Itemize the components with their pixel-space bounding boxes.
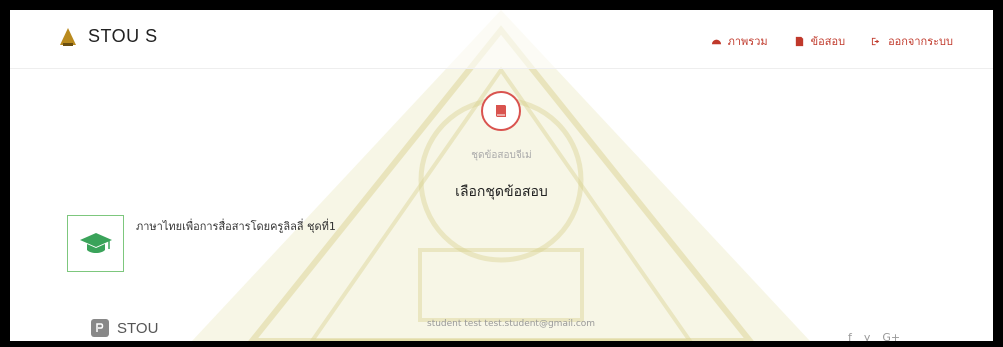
footer-logo-text: STOU: [117, 319, 159, 337]
nav-item-logout[interactable]: ออกจากระบบ: [871, 32, 953, 50]
social-links: f y G+: [848, 331, 900, 341]
brand[interactable]: STOU S: [58, 26, 158, 47]
nav-item-label: ออกจากระบบ: [888, 35, 953, 48]
file-icon: [795, 36, 803, 46]
twitter-icon[interactable]: y: [864, 331, 871, 341]
footer-logo: STOU: [91, 319, 158, 337]
nav-menu: ภาพรวม ข้อสอบ ออกจากระบบ: [711, 32, 953, 50]
stou-emblem-icon: [60, 27, 76, 46]
nav-item-label: ภาพรวม: [727, 35, 768, 48]
top-navbar: STOU S ภาพรวม ข้อสอบ ออกจากระบบ: [10, 10, 993, 69]
google-plus-icon[interactable]: G+: [882, 331, 900, 341]
page-frame: STOU S ภาพรวม ข้อสอบ ออกจากระบบ ชุดข้อสอ…: [10, 10, 993, 341]
hero-caption: ชุดข้อสอบจีเม่: [471, 150, 532, 161]
book-icon: [496, 105, 506, 117]
graduation-cap-icon: [79, 232, 112, 253]
facebook-icon[interactable]: f: [848, 331, 852, 341]
nav-item-overview[interactable]: ภาพรวม: [711, 32, 768, 50]
footer-logo-icon: [91, 319, 109, 337]
sign-out-icon: [871, 37, 880, 45]
page-title: เลือกชุดข้อสอบ: [455, 184, 548, 200]
brand-name: STOU S: [88, 26, 158, 46]
book-icon-badge: [481, 91, 521, 131]
nav-item-label: ข้อสอบ: [810, 35, 846, 48]
nav-item-exams[interactable]: ข้อสอบ: [794, 32, 845, 50]
footer-user-info: student test test.student@gmail.com: [427, 319, 596, 329]
exam-set-card[interactable]: [67, 215, 124, 272]
dashboard-icon: [711, 39, 721, 44]
exam-set-title[interactable]: ภาษาไทยเพื่อการสื่อสารโดยครูลิลลี่ ชุดที…: [136, 217, 336, 235]
stou-mark-icon: [96, 323, 104, 332]
